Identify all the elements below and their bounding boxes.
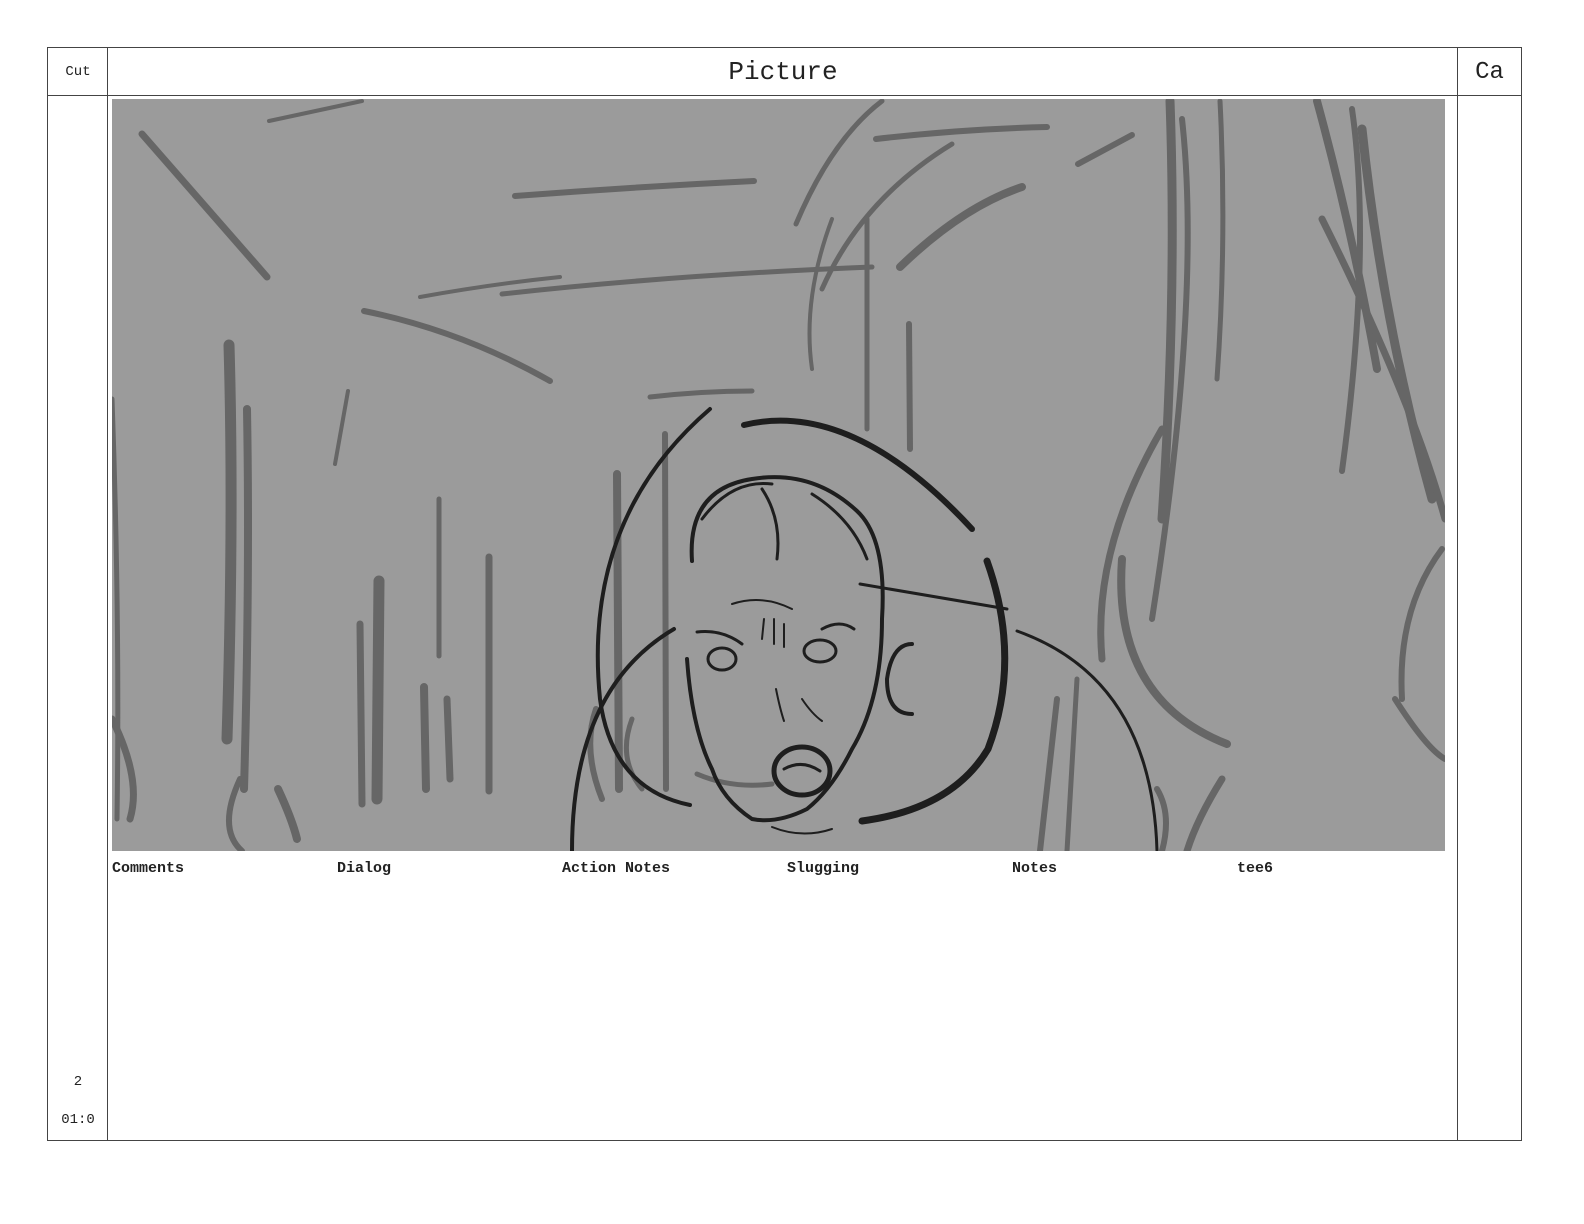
- cut-column-divider: [107, 48, 108, 1140]
- cut-column-header: Cut: [65, 64, 91, 80]
- storyboard-page: Cut Picture Ca Comments Dialog Action No…: [47, 47, 1522, 1141]
- sketch-drawing: [112, 99, 1445, 851]
- cut-number: 2: [73, 1074, 83, 1090]
- storyboard-panel-image: [112, 99, 1445, 851]
- panel-fields: Comments Dialog Action Notes Slugging No…: [112, 860, 1452, 880]
- tee6-field-label: tee6: [1237, 860, 1274, 877]
- slugging-field-label: Slugging: [787, 860, 860, 877]
- picture-column-header: Picture: [728, 57, 838, 87]
- dialog-field-label: Dialog: [337, 860, 392, 877]
- camera-column-divider: [1457, 48, 1458, 1140]
- action-notes-field-label: Action Notes: [562, 860, 671, 877]
- notes-field-label: Notes: [1012, 860, 1058, 877]
- camera-column-header: Ca: [1475, 58, 1504, 86]
- cut-duration: 01:0: [61, 1112, 95, 1128]
- comments-field-label: Comments: [112, 860, 185, 877]
